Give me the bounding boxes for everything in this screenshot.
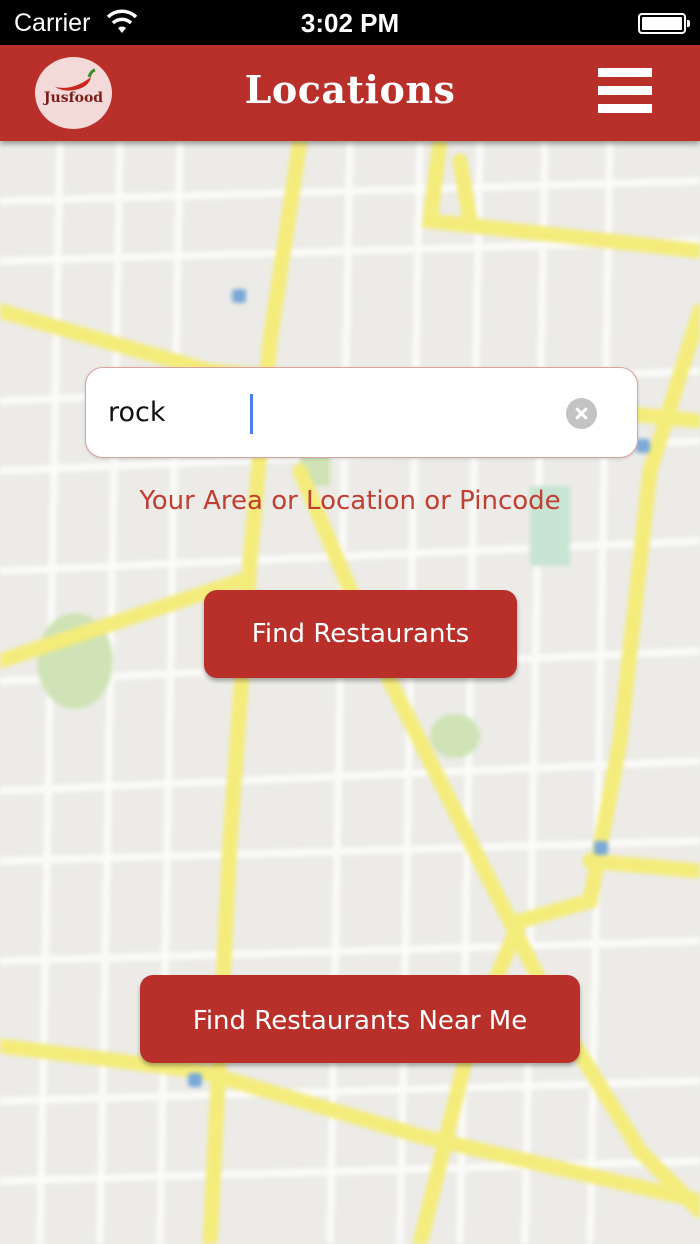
find-restaurants-near-me-button[interactable]: Find Restaurants Near Me [140, 975, 580, 1063]
find-restaurants-button[interactable]: Find Restaurants [204, 590, 517, 678]
location-search-box [85, 367, 638, 458]
battery-icon [638, 13, 690, 34]
search-hint: Your Area or Location or Pincode [139, 486, 561, 516]
status-bar: Carrier 3:02 PM [0, 0, 700, 45]
hamburger-menu-icon[interactable] [598, 68, 652, 114]
clock: 3:02 PM [300, 8, 400, 38]
map-background [0, 141, 700, 1244]
text-caret [250, 394, 253, 434]
page-title: Locations [244, 67, 456, 112]
location-search-input[interactable] [108, 368, 558, 456]
clear-icon[interactable] [566, 398, 597, 429]
nav-bar: Jusfood Locations [0, 45, 700, 141]
